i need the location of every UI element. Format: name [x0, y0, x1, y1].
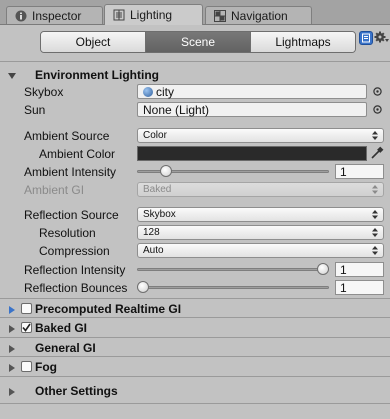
reflection-bounces-row: Reflection Bounces 1 [0, 279, 390, 297]
tab-lighting[interactable]: Lighting [104, 4, 203, 25]
resolution-dropdown[interactable]: 128 [137, 225, 384, 240]
precomputed-realtime-gi-foldout[interactable]: Precomputed Realtime GI [0, 299, 390, 319]
object-mode-button[interactable]: Object [41, 32, 146, 52]
compression-dropdown[interactable]: Auto [137, 243, 384, 258]
reflection-source-dropdown[interactable]: Skybox [137, 207, 384, 222]
help-book-icon[interactable] [359, 31, 373, 45]
tab-navigation[interactable]: Navigation [205, 6, 312, 24]
foldout-expanded-arrow-icon [7, 70, 17, 80]
reflection-intensity-slider-thumb[interactable] [317, 263, 329, 275]
section-divider [0, 403, 390, 404]
resolution-value: 128 [143, 227, 160, 238]
info-icon [15, 10, 27, 22]
other-settings-title: Other Settings [35, 384, 118, 398]
skybox-label: Skybox [24, 85, 64, 99]
sun-row: Sun None (Light) [0, 101, 390, 119]
tab-lighting-label: Lighting [130, 8, 173, 22]
reflection-source-value: Skybox [143, 209, 176, 220]
sun-value: None (Light) [143, 102, 210, 117]
reflection-source-row: Reflection Source Skybox [0, 206, 390, 224]
foldout-collapsed-arrow-icon [7, 304, 17, 314]
reflection-intensity-slider-track[interactable] [137, 268, 329, 271]
gear-icon[interactable] [374, 30, 390, 46]
reflection-intensity-label: Reflection Intensity [24, 263, 126, 277]
compression-row: Compression Auto [0, 242, 390, 260]
compression-label: Compression [39, 244, 110, 258]
navigation-icon [214, 9, 226, 22]
precomputed-realtime-gi-title: Precomputed Realtime GI [35, 302, 182, 316]
reflection-bounces-input[interactable]: 1 [335, 280, 384, 295]
toolbar-divider [0, 61, 390, 62]
other-settings-foldout[interactable]: Other Settings [0, 381, 390, 401]
tab-inspector-label: Inspector [32, 8, 82, 23]
ambient-source-dropdown[interactable]: Color [137, 128, 384, 143]
lighting-icon [113, 9, 125, 21]
eyedropper-icon[interactable] [370, 146, 384, 160]
skybox-object-field[interactable]: city [137, 84, 367, 99]
ambient-color-row: Ambient Color [0, 145, 390, 163]
environment-lighting-foldout[interactable]: Environment Lighting [0, 65, 390, 85]
dropdown-arrows-icon [372, 185, 378, 194]
skybox-row: Skybox city [0, 83, 390, 101]
ambient-intensity-input[interactable]: 1 [335, 164, 384, 179]
resolution-row: Resolution 128 [0, 224, 390, 242]
resolution-label: Resolution [39, 226, 96, 240]
fog-checkbox[interactable] [21, 361, 32, 372]
ambient-gi-label: Ambient GI [24, 183, 85, 197]
dropdown-arrows-icon [372, 246, 378, 255]
ambient-color-swatch[interactable] [137, 146, 367, 161]
reflection-bounces-slider-track[interactable] [137, 286, 329, 289]
foldout-collapsed-arrow-icon [7, 362, 17, 372]
baked-gi-foldout[interactable]: Baked GI [0, 318, 390, 338]
object-picker-icon[interactable] [373, 105, 382, 114]
reflection-source-label: Reflection Source [24, 208, 119, 222]
material-icon [143, 86, 153, 97]
ambient-gi-dropdown: Baked [137, 182, 384, 197]
ambient-source-label: Ambient Source [24, 129, 110, 143]
object-picker-icon[interactable] [373, 87, 382, 96]
foldout-collapsed-arrow-icon [7, 343, 17, 353]
environment-lighting-title: Environment Lighting [35, 68, 159, 82]
foldout-collapsed-arrow-icon [7, 386, 17, 396]
dropdown-arrows-icon [372, 210, 378, 219]
precomputed-realtime-gi-checkbox[interactable] [21, 303, 32, 314]
reflection-bounces-slider-thumb[interactable] [137, 281, 149, 293]
ambient-gi-row: Ambient GI Baked [0, 181, 390, 199]
dropdown-arrows-icon [372, 131, 378, 140]
reflection-intensity-input[interactable]: 1 [335, 262, 384, 277]
reflection-bounces-label: Reflection Bounces [24, 281, 128, 295]
tab-inspector[interactable]: Inspector [6, 6, 103, 24]
sun-label: Sun [24, 103, 46, 117]
ambient-gi-value: Baked [143, 184, 172, 195]
lightmaps-mode-button[interactable]: Lightmaps [251, 32, 355, 52]
scene-mode-button[interactable]: Scene [146, 32, 251, 52]
reflection-intensity-row: Reflection Intensity 1 [0, 261, 390, 279]
sun-object-field[interactable]: None (Light) [137, 102, 367, 117]
window-tab-bar: Inspector Lighting Navigation [0, 0, 390, 25]
fog-foldout[interactable]: Fog [0, 357, 390, 377]
checkmark-icon [22, 323, 31, 332]
tab-navigation-label: Navigation [231, 8, 288, 23]
baked-gi-title: Baked GI [35, 321, 88, 335]
lighting-mode-toolbar: Object Scene Lightmaps [40, 31, 356, 53]
ambient-color-label: Ambient Color [39, 147, 116, 161]
general-gi-title: General GI [35, 341, 96, 355]
general-gi-foldout[interactable]: General GI [0, 338, 390, 358]
dropdown-arrows-icon [372, 228, 378, 237]
ambient-intensity-label: Ambient Intensity [24, 165, 117, 179]
ambient-source-value: Color [143, 130, 167, 141]
section-divider [0, 376, 390, 377]
ambient-intensity-slider-thumb[interactable] [159, 165, 172, 177]
ambient-source-row: Ambient Source Color [0, 127, 390, 145]
ambient-intensity-row: Ambient Intensity 1 [0, 163, 390, 181]
skybox-value: city [156, 84, 174, 99]
compression-value: Auto [143, 245, 164, 256]
baked-gi-checkbox[interactable] [21, 322, 32, 333]
foldout-collapsed-arrow-icon [7, 323, 17, 333]
fog-title: Fog [35, 360, 57, 374]
